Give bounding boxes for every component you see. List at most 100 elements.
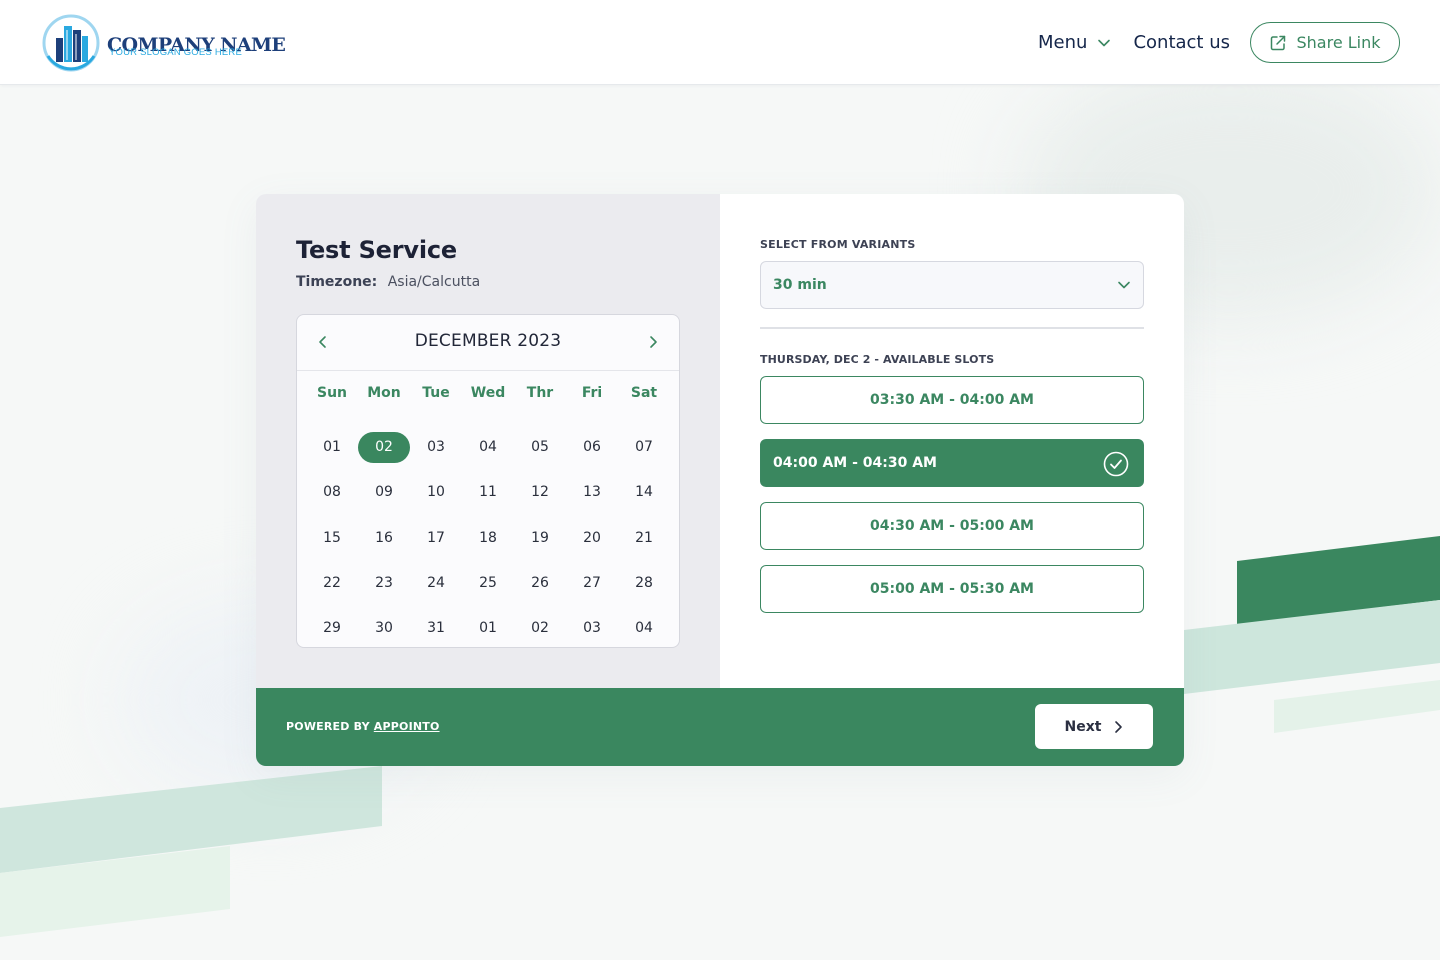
calendar-day[interactable]: 08 <box>306 470 358 515</box>
weekday-label: Fri <box>581 385 603 401</box>
time-slot-label: 04:30 AM - 05:00 AM <box>870 518 1034 534</box>
contact-us-link[interactable]: Contact us <box>1133 32 1230 53</box>
chevron-down-icon <box>1118 281 1130 289</box>
appointo-link[interactable]: APPOINTO <box>374 720 440 733</box>
calendar-day-number: 29 <box>323 620 341 637</box>
calendar-day[interactable]: 23 <box>358 561 410 606</box>
share-link-button[interactable]: Share Link <box>1250 22 1400 63</box>
variant-label: SELECT FROM VARIANTS <box>760 238 916 251</box>
company-slogan: YOUR SLOGAN GOES HERE <box>109 47 243 58</box>
weekday-label: Tue <box>422 385 450 401</box>
calendar-day[interactable]: 06 <box>566 425 618 470</box>
calendar-day[interactable]: 07 <box>618 425 670 470</box>
calendar-day-number: 11 <box>479 484 497 501</box>
calendar-day-number: 23 <box>375 575 393 592</box>
slot-panel: SELECT FROM VARIANTS 30 min THURSDAY, DE… <box>720 194 1184 688</box>
calendar-day[interactable]: 16 <box>358 516 410 561</box>
service-title: Test Service <box>296 236 457 264</box>
calendar-day[interactable]: 14 <box>618 470 670 515</box>
calendar-day[interactable]: 28 <box>618 561 670 606</box>
calendar-day[interactable]: 02 <box>514 606 566 651</box>
calendar-day[interactable]: 25 <box>462 561 514 606</box>
top-header: COMPANY NAME YOUR SLOGAN GOES HERE Menu … <box>0 0 1440 85</box>
calendar-day-number: 08 <box>323 484 341 501</box>
timezone-value: Asia/Calcutta <box>387 274 481 290</box>
time-slot-selected[interactable]: 04:00 AM - 04:30 AM <box>760 439 1144 487</box>
calendar-day-number: 16 <box>375 529 393 546</box>
calendar-day[interactable]: 19 <box>514 516 566 561</box>
calendar-day[interactable]: 18 <box>462 516 514 561</box>
calendar-day[interactable]: 05 <box>514 425 566 470</box>
menu-dropdown[interactable]: Menu <box>1038 32 1111 53</box>
calendar-day[interactable]: 15 <box>306 516 358 561</box>
calendar-day-number: 10 <box>427 484 445 501</box>
calendar-day[interactable]: 04 <box>462 425 514 470</box>
share-link-label: Share Link <box>1296 33 1381 52</box>
calendar-day[interactable]: 13 <box>566 470 618 515</box>
calendar-day-selected[interactable]: 02 <box>358 425 410 470</box>
card-footer: POWERED BY APPOINTO Next <box>256 688 1184 766</box>
calendar-day[interactable]: 21 <box>618 516 670 561</box>
time-slot[interactable]: 05:00 AM - 05:30 AM <box>760 565 1144 613</box>
calendar-day-number: 18 <box>479 529 497 546</box>
weekday-row: Sun Mon Tue Wed Thr Fri Sat <box>306 385 670 401</box>
calendar-day-number: 12 <box>531 484 549 501</box>
calendar-day[interactable]: 04 <box>618 606 670 651</box>
calendar-day-number: 21 <box>635 529 653 546</box>
calendar-day[interactable]: 17 <box>410 516 462 561</box>
calendar-day-number: 09 <box>375 484 393 501</box>
calendar-day[interactable]: 27 <box>566 561 618 606</box>
calendar-day[interactable]: 29 <box>306 606 358 651</box>
calendar-day[interactable]: 03 <box>410 425 462 470</box>
calendar-day-number: 05 <box>531 439 549 456</box>
variant-select[interactable]: 30 min <box>760 261 1144 309</box>
calendar-day[interactable]: 01 <box>462 606 514 651</box>
calendar-day-number: 04 <box>635 620 653 637</box>
check-circle-icon <box>1103 451 1129 477</box>
calendar-day-number: 04 <box>479 439 497 456</box>
calendar-day[interactable]: 22 <box>306 561 358 606</box>
calendar-day[interactable]: 01 <box>306 425 358 470</box>
calendar-day[interactable]: 24 <box>410 561 462 606</box>
calendar-day-number: 02 <box>531 620 549 637</box>
time-slot[interactable]: 03:30 AM - 04:00 AM <box>760 376 1144 424</box>
booking-card: Test Service Timezone: Asia/Calcutta DEC… <box>256 194 1184 766</box>
available-slots-label: THURSDAY, DEC 2 - AVAILABLE SLOTS <box>760 353 995 366</box>
weekday-label: Wed <box>470 385 506 401</box>
calendar-day[interactable]: 30 <box>358 606 410 651</box>
calendar-day-number: 03 <box>427 439 445 456</box>
calendar-day-number: 03 <box>583 620 601 637</box>
chevron-right-icon <box>1115 720 1123 733</box>
menu-label: Menu <box>1038 32 1088 53</box>
calendar-day[interactable]: 12 <box>514 470 566 515</box>
calendar-day-number: 19 <box>531 529 549 546</box>
calendar-day-number: 06 <box>583 439 601 456</box>
calendar-day-number: 20 <box>583 529 601 546</box>
calendar-day-number: 07 <box>635 439 653 456</box>
calendar-day[interactable]: 03 <box>566 606 618 651</box>
calendar-day[interactable]: 09 <box>358 470 410 515</box>
calendar-day-number: 25 <box>479 575 497 592</box>
time-slot[interactable]: 04:30 AM - 05:00 AM <box>760 502 1144 550</box>
calendar-month-label: DECEMBER 2023 <box>414 331 562 351</box>
chevron-right-icon <box>650 336 657 348</box>
calendar-days-grid: 01 02 03 04 05 06 07 08 09 10 11 12 13 14 15 16 17 18 19 20… <box>306 425 670 651</box>
calendar-day-number: 17 <box>427 529 445 546</box>
timezone-label: Timezone: <box>296 274 378 290</box>
calendar-day-number: 14 <box>635 484 653 501</box>
powered-by: POWERED BY APPOINTO <box>286 720 440 733</box>
calendar-day[interactable]: 31 <box>410 606 462 651</box>
calendar-day[interactable]: 11 <box>462 470 514 515</box>
weekday-label: Mon <box>367 385 401 401</box>
external-link-icon <box>1271 35 1286 50</box>
next-month-button[interactable] <box>643 332 663 352</box>
company-logo[interactable]: COMPANY NAME YOUR SLOGAN GOES HERE <box>42 12 286 72</box>
calendar-day-number: 24 <box>427 575 445 592</box>
weekday-label: Sun <box>316 385 348 401</box>
calendar-day[interactable]: 26 <box>514 561 566 606</box>
next-button[interactable]: Next <box>1035 704 1153 749</box>
calendar-day[interactable]: 10 <box>410 470 462 515</box>
calendar-day[interactable]: 20 <box>566 516 618 561</box>
calendar-day-number: 01 <box>323 439 341 456</box>
time-slot-label: 04:00 AM - 04:30 AM <box>773 455 937 471</box>
